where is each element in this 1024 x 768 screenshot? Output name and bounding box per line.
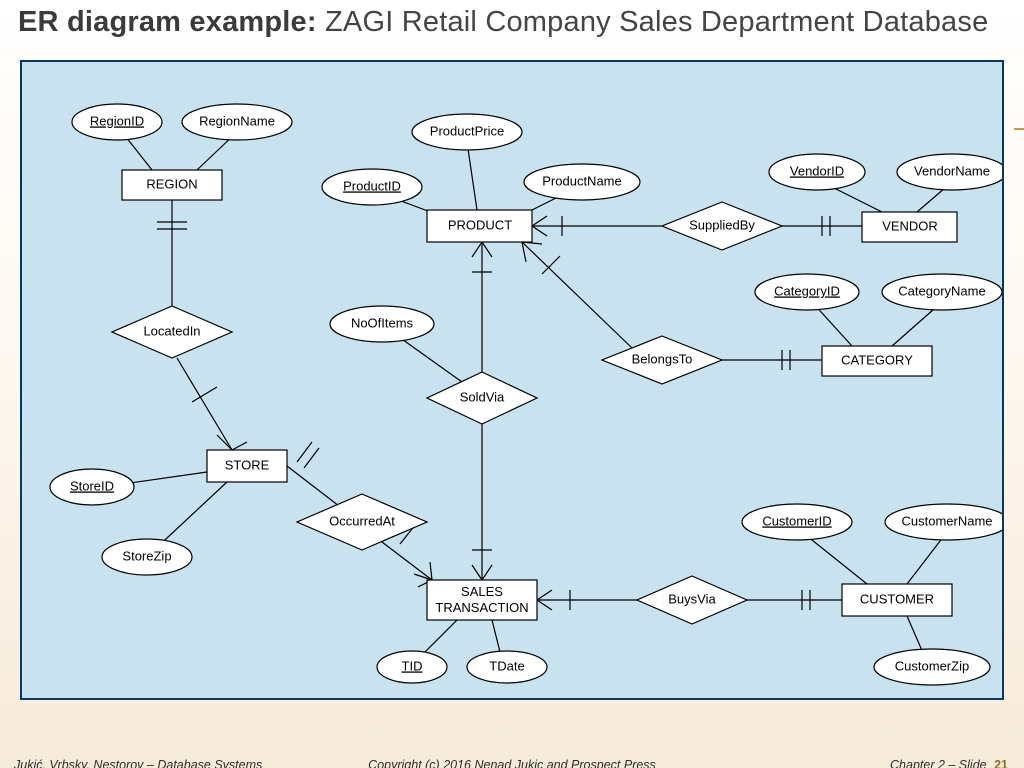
svg-text:NoOfItems: NoOfItems bbox=[351, 315, 414, 330]
rel-buys-via: BuysVia bbox=[637, 576, 747, 624]
footer-right: Chapter 2 – Slide 21 bbox=[890, 758, 1008, 768]
rel-occurred-at: OccurredAt bbox=[297, 494, 427, 550]
svg-text:VendorName: VendorName bbox=[914, 163, 990, 178]
svg-text:ProductID: ProductID bbox=[343, 178, 401, 193]
attr-product-price: ProductPrice bbox=[412, 114, 522, 150]
svg-text:StoreID: StoreID bbox=[70, 478, 114, 493]
attr-tid: TID bbox=[377, 651, 447, 683]
entity-customer: CUSTOMER bbox=[842, 584, 952, 616]
attr-vendor-id: VendorID bbox=[769, 154, 865, 190]
entity-vendor: VENDOR bbox=[862, 212, 957, 242]
svg-text:CategoryName: CategoryName bbox=[898, 283, 985, 298]
er-diagram: REGION STORE PRODUCT VENDOR CATEGORY SAL… bbox=[22, 62, 1002, 698]
attr-customer-zip: CustomerZip bbox=[874, 649, 990, 685]
svg-text:CustomerName: CustomerName bbox=[901, 513, 992, 528]
footer-page-number: 21 bbox=[994, 758, 1008, 768]
svg-text:SALES: SALES bbox=[461, 584, 503, 599]
entity-region: REGION bbox=[122, 170, 222, 200]
rel-sold-via: SoldVia bbox=[427, 372, 537, 424]
attr-category-id: CategoryID bbox=[755, 274, 859, 310]
svg-text:CUSTOMER: CUSTOMER bbox=[860, 591, 934, 606]
svg-text:ProductName: ProductName bbox=[542, 173, 621, 188]
rel-located-in: LocatedIn bbox=[112, 306, 232, 358]
attr-product-name: ProductName bbox=[524, 164, 640, 200]
svg-text:ProductPrice: ProductPrice bbox=[430, 123, 504, 138]
svg-text:CategoryID: CategoryID bbox=[774, 283, 840, 298]
svg-text:PRODUCT: PRODUCT bbox=[448, 217, 512, 232]
entity-product: PRODUCT bbox=[427, 210, 532, 242]
svg-text:TRANSACTION: TRANSACTION bbox=[435, 600, 528, 615]
attr-store-zip: StoreZip bbox=[102, 539, 192, 575]
attr-customer-id: CustomerID bbox=[742, 504, 852, 540]
title-lead: ER diagram example: bbox=[18, 6, 317, 38]
attr-region-id: RegionID bbox=[72, 104, 162, 140]
attr-customer-name: CustomerName bbox=[885, 504, 1002, 540]
rel-belongs-to: BelongsTo bbox=[602, 336, 722, 384]
svg-text:SoldVia: SoldVia bbox=[460, 389, 505, 404]
svg-text:BelongsTo: BelongsTo bbox=[632, 351, 693, 366]
svg-text:REGION: REGION bbox=[146, 176, 197, 191]
svg-text:TDate: TDate bbox=[489, 658, 524, 673]
er-diagram-frame: REGION STORE PRODUCT VENDOR CATEGORY SAL… bbox=[20, 60, 1004, 700]
attr-category-name: CategoryName bbox=[882, 274, 1002, 310]
svg-text:STORE: STORE bbox=[225, 457, 270, 472]
slide: ER diagram example: ZAGI Retail Company … bbox=[0, 0, 1024, 768]
svg-text:CATEGORY: CATEGORY bbox=[841, 352, 913, 367]
svg-text:StoreZip: StoreZip bbox=[122, 548, 171, 563]
svg-text:VendorID: VendorID bbox=[790, 163, 844, 178]
footer-right-label: Chapter 2 – Slide bbox=[890, 758, 987, 768]
svg-text:RegionID: RegionID bbox=[90, 113, 144, 128]
attr-vendor-name: VendorName bbox=[897, 154, 1002, 190]
svg-text:BuysVia: BuysVia bbox=[668, 591, 716, 606]
svg-text:CustomerID: CustomerID bbox=[762, 513, 831, 528]
accent-line bbox=[1014, 128, 1024, 130]
svg-text:TID: TID bbox=[402, 658, 423, 673]
entity-store: STORE bbox=[207, 450, 287, 482]
title-rest: ZAGI Retail Company Sales Department Dat… bbox=[317, 6, 989, 38]
attr-store-id: StoreID bbox=[50, 469, 134, 505]
svg-text:SuppliedBy: SuppliedBy bbox=[689, 217, 755, 232]
footer-center: Copyright (c) 2016 Nenad Jukic and Prosp… bbox=[0, 758, 1024, 768]
attr-product-id: ProductID bbox=[322, 169, 422, 205]
slide-title: ER diagram example: ZAGI Retail Company … bbox=[18, 6, 988, 39]
svg-text:RegionName: RegionName bbox=[199, 113, 275, 128]
rel-supplied-by: SuppliedBy bbox=[662, 202, 782, 250]
svg-text:OccurredAt: OccurredAt bbox=[329, 513, 395, 528]
attr-no-of-items: NoOfItems bbox=[330, 306, 434, 342]
attr-region-name: RegionName bbox=[182, 104, 292, 140]
attr-tdate: TDate bbox=[467, 651, 547, 683]
svg-text:VENDOR: VENDOR bbox=[882, 218, 938, 233]
svg-text:LocatedIn: LocatedIn bbox=[143, 323, 200, 338]
svg-text:CustomerZip: CustomerZip bbox=[895, 658, 969, 673]
entity-sales-transaction: SALES TRANSACTION bbox=[427, 580, 537, 620]
entity-category: CATEGORY bbox=[822, 346, 932, 376]
